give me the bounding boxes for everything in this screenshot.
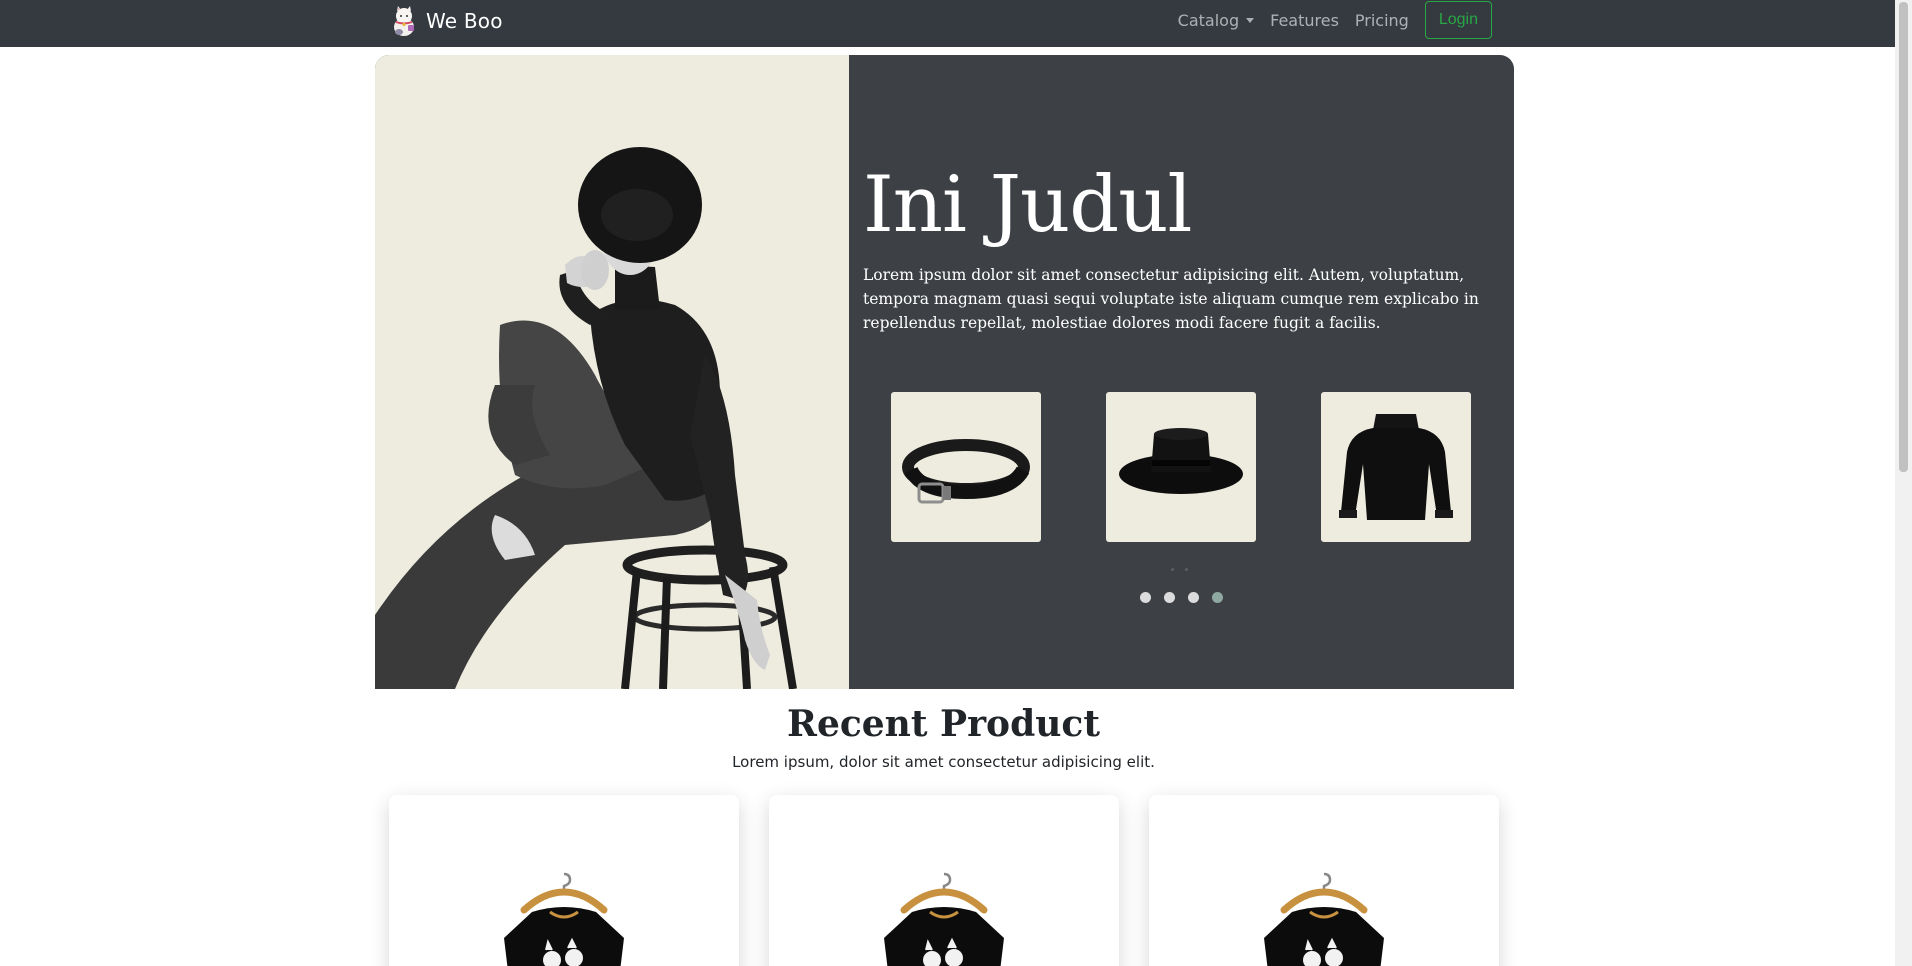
tshirt-on-hanger-icon: [1264, 872, 1384, 966]
nav-catalog-label: Catalog: [1177, 10, 1240, 30]
nav-features[interactable]: Features: [1270, 11, 1339, 30]
navbar: We Boo Catalog Features Pricing Login: [0, 0, 1895, 47]
recent-product-subtitle: Lorem ipsum, dolor sit amet consectetur …: [732, 753, 1155, 771]
hero-image-panel: [375, 55, 849, 689]
nav-catalog-dropdown[interactable]: Catalog: [1177, 10, 1255, 30]
carousel-dot-4[interactable]: [1212, 591, 1223, 603]
hero-banner: Ini Judul Lorem ipsum dolor sit amet con…: [375, 55, 1514, 689]
carousel-dot-1[interactable]: [1140, 591, 1151, 603]
product-card[interactable]: [389, 795, 739, 966]
sweater-icon: [1339, 414, 1453, 520]
login-button[interactable]: Login: [1424, 1, 1492, 39]
recent-product-title: Recent Product: [787, 703, 1100, 745]
product-card[interactable]: [1149, 795, 1499, 966]
carousel-indicators: [1140, 591, 1236, 603]
carousel-dot-3[interactable]: [1188, 591, 1199, 603]
belt-icon: [902, 439, 1030, 504]
scrollbar-thumb[interactable]: [1899, 2, 1908, 472]
brand-name: We Boo: [426, 9, 503, 33]
nav-pricing[interactable]: Pricing: [1355, 11, 1409, 30]
thumbnail-hat[interactable]: [1106, 392, 1256, 542]
thumbnail-belt[interactable]: [891, 392, 1041, 542]
carousel-dot-2[interactable]: [1164, 591, 1175, 603]
thumbnail-sweater[interactable]: [1321, 392, 1471, 542]
hero-description: Lorem ipsum dolor sit amet consectetur a…: [863, 266, 1479, 332]
product-thumbnails: [891, 392, 1471, 542]
lucky-cat-icon: [394, 6, 414, 36]
carousel-ghost-indicator: [1171, 568, 1199, 571]
model-photo: [375, 147, 797, 689]
brand-link[interactable]: We Boo: [390, 4, 503, 38]
product-card[interactable]: [769, 795, 1119, 966]
hero-title: Ini Judul: [863, 160, 1192, 250]
page-scrollbar[interactable]: [1895, 0, 1912, 966]
tshirt-on-hanger-icon: [884, 872, 1004, 966]
tshirt-on-hanger-icon: [504, 872, 624, 966]
nav-links: Catalog Features Pricing Login: [1162, 0, 1492, 40]
hat-icon: [1119, 428, 1243, 494]
caret-down-icon: [1246, 17, 1255, 23]
